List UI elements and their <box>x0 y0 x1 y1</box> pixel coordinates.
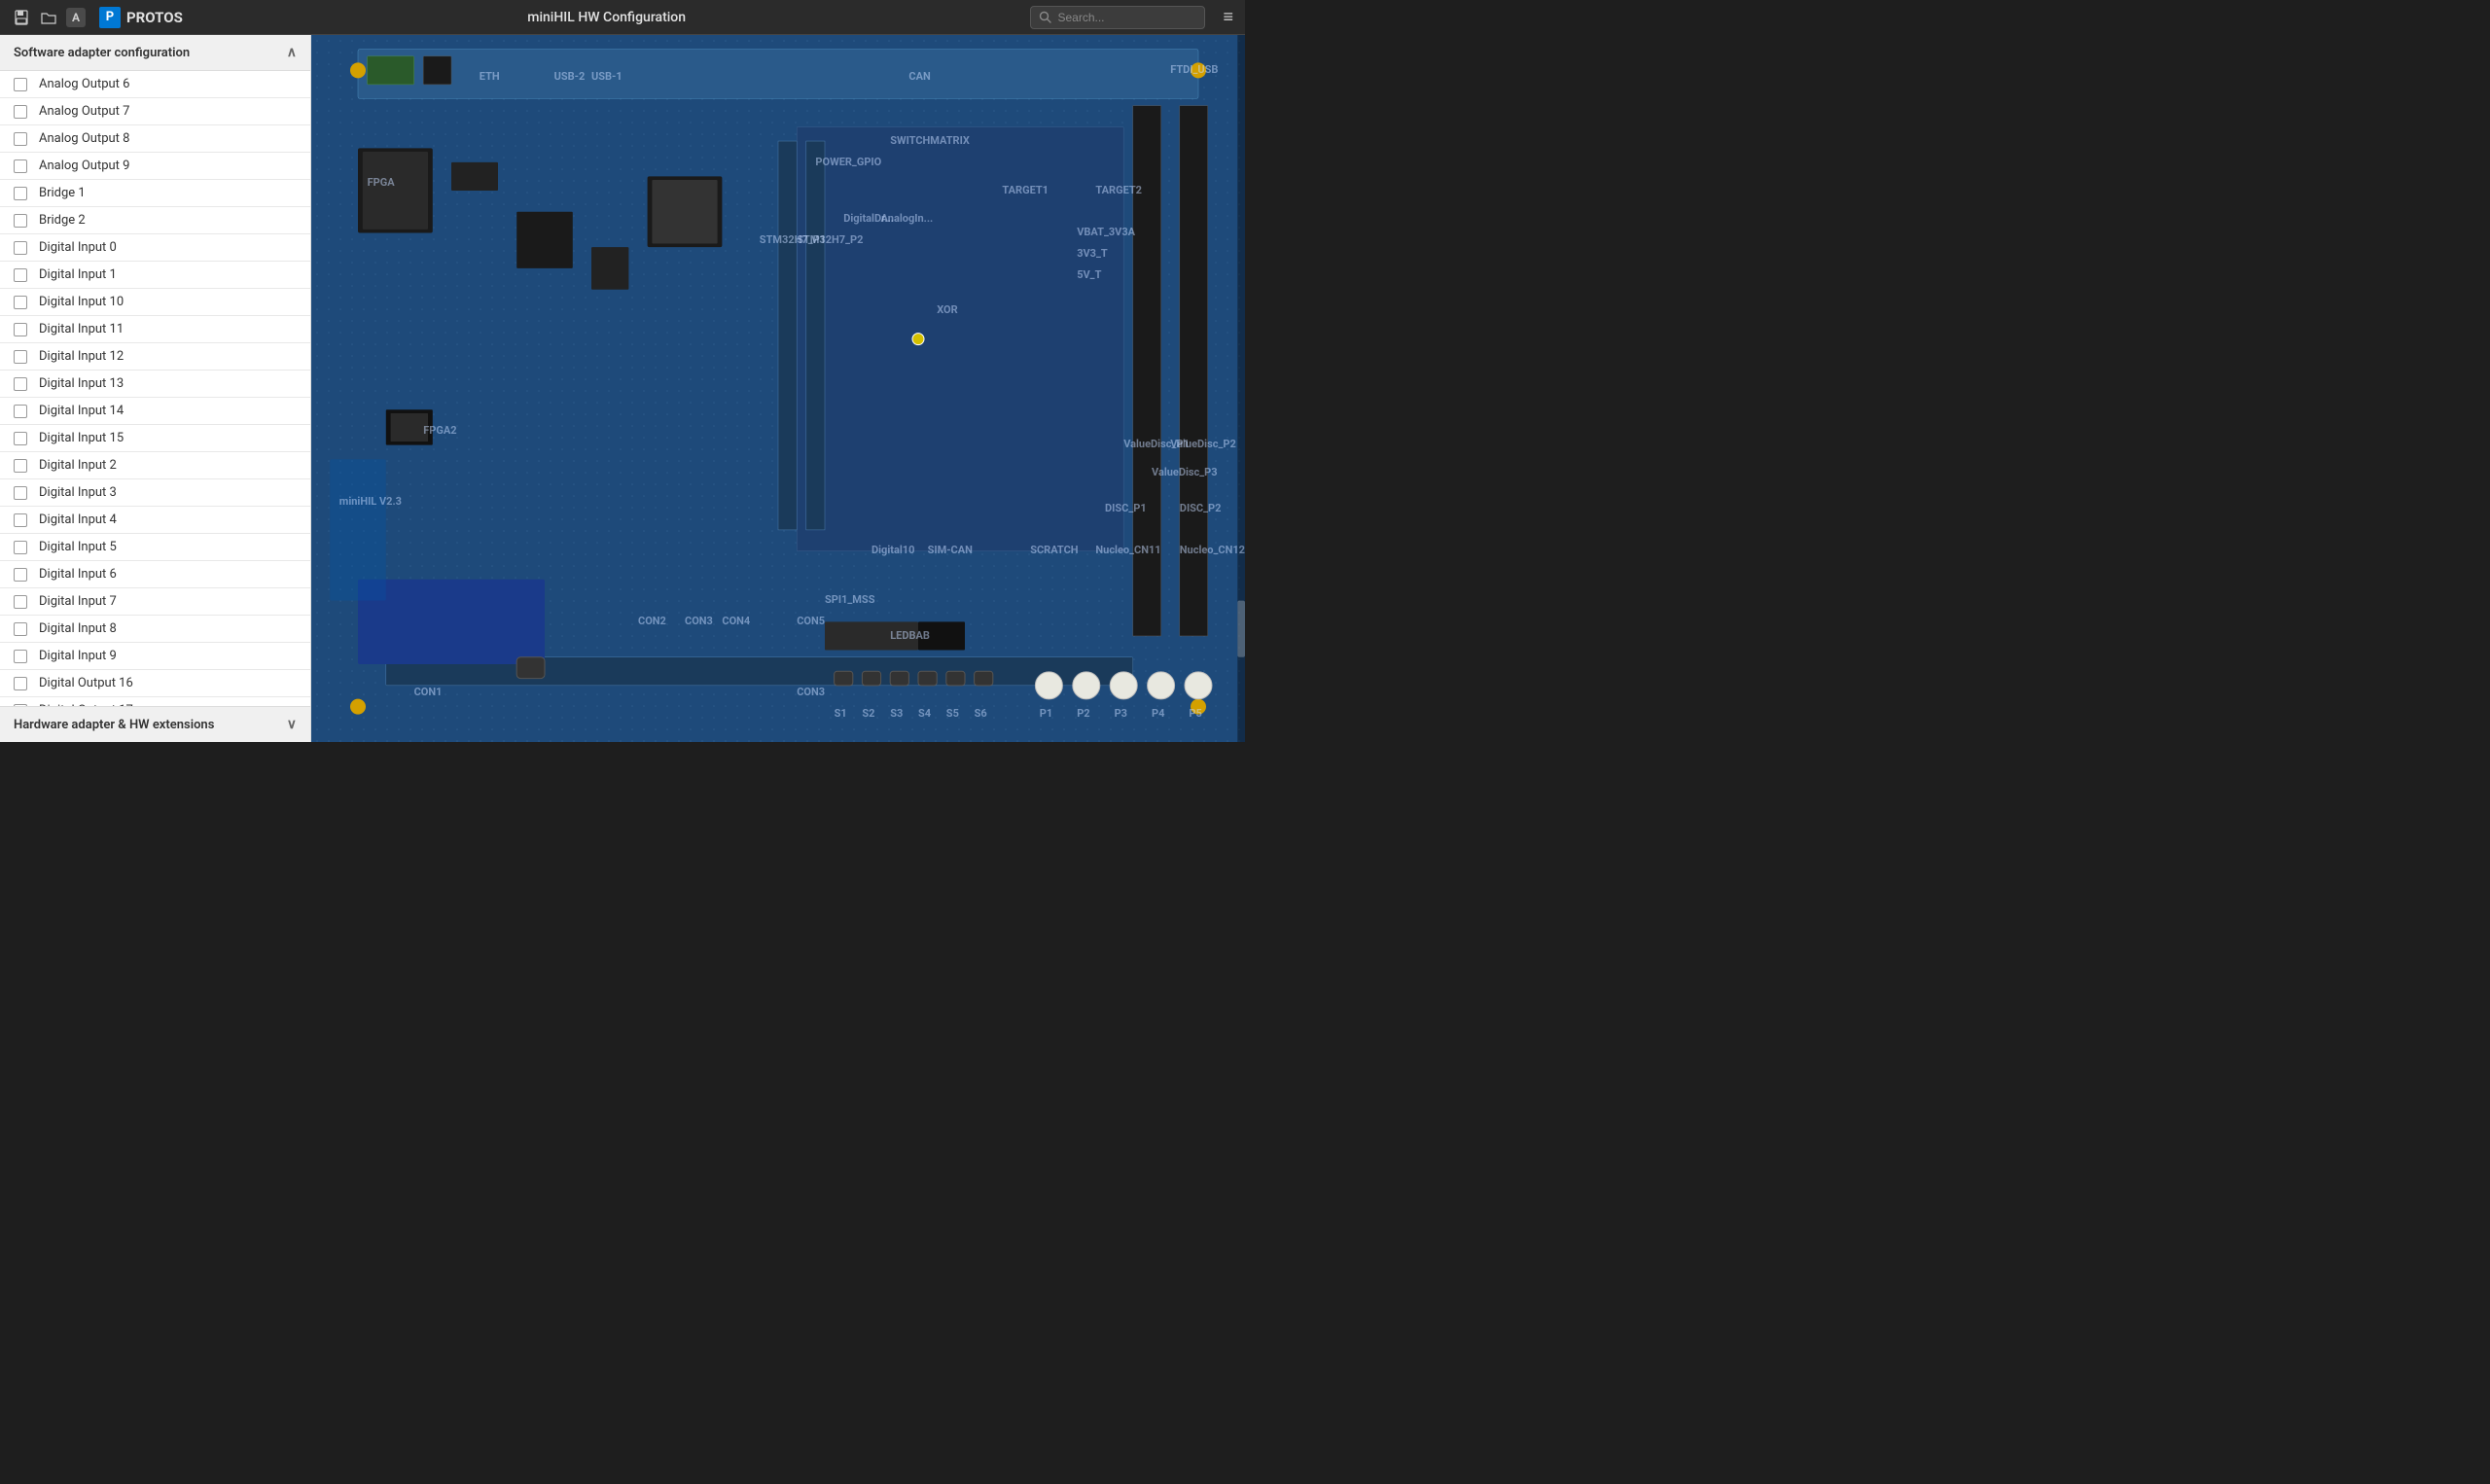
font-icon[interactable]: A <box>66 8 86 27</box>
software-section-header[interactable]: Software adapter configuration ∧ <box>0 35 310 71</box>
sidebar-item[interactable]: Digital Input 14 <box>0 398 310 425</box>
sidebar-checkbox[interactable] <box>14 78 27 91</box>
folder-icon[interactable] <box>39 8 58 27</box>
app-logo: P PROTOS <box>99 7 183 28</box>
hardware-section-header[interactable]: Hardware adapter & HW extensions ∨ <box>0 706 310 742</box>
sidebar-item[interactable]: Digital Input 11 <box>0 316 310 343</box>
sidebar-item-label: Digital Input 2 <box>39 458 117 473</box>
sidebar-item[interactable]: Digital Output 16 <box>0 670 310 697</box>
sidebar-item-label: Digital Input 6 <box>39 567 117 582</box>
sidebar-item[interactable]: Analog Output 9 <box>0 153 310 180</box>
save-icon[interactable] <box>12 8 31 27</box>
sidebar-item-label: Bridge 2 <box>39 213 86 228</box>
sidebar-item-label: Digital Output 16 <box>39 676 133 690</box>
sidebar-item-label: Digital Input 15 <box>39 431 124 445</box>
sidebar-checkbox[interactable] <box>14 650 27 663</box>
software-section-chevron[interactable]: ∧ <box>287 45 297 60</box>
sidebar-checkbox[interactable] <box>14 132 27 146</box>
window-title: miniHIL HW Configuration <box>193 10 1021 25</box>
software-section-title: Software adapter configuration <box>14 46 190 60</box>
sidebar-item-label: Digital Input 8 <box>39 621 117 636</box>
sidebar-item-label: Analog Output 6 <box>39 77 129 91</box>
sidebar-checkbox[interactable] <box>14 432 27 445</box>
sidebar-checkbox[interactable] <box>14 595 27 609</box>
sidebar-item-label: Analog Output 8 <box>39 131 129 146</box>
sidebar-item[interactable]: Digital Input 2 <box>0 452 310 479</box>
sidebar-item-label: Digital Input 12 <box>39 349 124 364</box>
sidebar-checkbox[interactable] <box>14 241 27 255</box>
sidebar-checkbox[interactable] <box>14 214 27 228</box>
topbar-icon-group: A <box>12 8 86 27</box>
sidebar-item[interactable]: Digital Input 13 <box>0 371 310 398</box>
sidebar-checkbox[interactable] <box>14 405 27 418</box>
main-layout: Software adapter configuration ∧ Analog … <box>0 35 1245 742</box>
sidebar-checkbox[interactable] <box>14 296 27 309</box>
sidebar-item[interactable]: Bridge 1 <box>0 180 310 207</box>
sidebar-item-label: Digital Input 5 <box>39 540 117 554</box>
sidebar-checkbox[interactable] <box>14 187 27 200</box>
hardware-section-chevron[interactable]: ∨ <box>287 717 297 732</box>
sidebar-item-label: Digital Input 1 <box>39 267 117 282</box>
search-box[interactable] <box>1030 6 1205 29</box>
sidebar-checkbox[interactable] <box>14 541 27 554</box>
content-area: ETHUSB-2USB-1CANFTDI_USBSWITCHMATRIXPOWE… <box>311 35 1245 742</box>
sidebar-item-label: Digital Input 3 <box>39 485 117 500</box>
sidebar-item[interactable]: Digital Output 17 <box>0 697 310 706</box>
sidebar-item[interactable]: Digital Input 7 <box>0 588 310 616</box>
hardware-section-title: Hardware adapter & HW extensions <box>14 718 214 732</box>
sidebar-item[interactable]: Digital Input 10 <box>0 289 310 316</box>
sidebar: Software adapter configuration ∧ Analog … <box>0 35 311 742</box>
sidebar-item-label: Digital Input 9 <box>39 649 117 663</box>
sidebar-item[interactable]: Digital Input 4 <box>0 507 310 534</box>
sidebar-checkbox[interactable] <box>14 105 27 119</box>
sidebar-item[interactable]: Digital Input 9 <box>0 643 310 670</box>
sidebar-item-label: Digital Input 10 <box>39 295 124 309</box>
sidebar-item-label: Digital Input 14 <box>39 404 124 418</box>
pcb-board[interactable]: ETHUSB-2USB-1CANFTDI_USBSWITCHMATRIXPOWE… <box>311 35 1245 742</box>
sidebar-item[interactable]: Digital Input 0 <box>0 234 310 262</box>
sidebar-item[interactable]: Digital Input 5 <box>0 534 310 561</box>
logo-icon: P <box>99 7 121 28</box>
sidebar-item[interactable]: Analog Output 7 <box>0 98 310 125</box>
sidebar-item-label: Digital Input 4 <box>39 512 117 527</box>
sidebar-checkbox[interactable] <box>14 268 27 282</box>
sidebar-checkbox[interactable] <box>14 350 27 364</box>
sidebar-item-label: Digital Input 7 <box>39 594 117 609</box>
sidebar-checkbox[interactable] <box>14 568 27 582</box>
sidebar-checkbox[interactable] <box>14 486 27 500</box>
sidebar-checkbox[interactable] <box>14 323 27 336</box>
sidebar-item-label: Bridge 1 <box>39 186 86 200</box>
sidebar-checkbox[interactable] <box>14 159 27 173</box>
sidebar-checkbox[interactable] <box>14 459 27 473</box>
sidebar-item[interactable]: Digital Input 6 <box>0 561 310 588</box>
sidebar-item[interactable]: Digital Input 1 <box>0 262 310 289</box>
topbar: A P PROTOS miniHIL HW Configuration ≡ <box>0 0 1245 35</box>
sidebar-item-label: Digital Input 0 <box>39 240 117 255</box>
sidebar-item[interactable]: Digital Input 3 <box>0 479 310 507</box>
pcb-svg <box>311 35 1245 742</box>
sidebar-item[interactable]: Digital Input 12 <box>0 343 310 371</box>
menu-icon[interactable]: ≡ <box>1223 7 1233 27</box>
sidebar-checkbox[interactable] <box>14 677 27 690</box>
sidebar-item-label: Digital Input 13 <box>39 376 124 391</box>
sidebar-checkbox[interactable] <box>14 513 27 527</box>
sidebar-item[interactable]: Bridge 2 <box>0 207 310 234</box>
sidebar-item[interactable]: Analog Output 6 <box>0 71 310 98</box>
sidebar-item[interactable]: Digital Input 8 <box>0 616 310 643</box>
sidebar-list: Analog Output 6 Analog Output 7 Analog O… <box>0 71 310 706</box>
sidebar-item[interactable]: Digital Input 15 <box>0 425 310 452</box>
sidebar-checkbox[interactable] <box>14 622 27 636</box>
search-icon <box>1039 11 1051 23</box>
sidebar-checkbox[interactable] <box>14 377 27 391</box>
sidebar-item[interactable]: Analog Output 8 <box>0 125 310 153</box>
sidebar-item-label: Analog Output 9 <box>39 159 129 173</box>
search-input[interactable] <box>1057 11 1193 24</box>
logo-text: PROTOS <box>126 9 183 26</box>
sidebar-item-label: Analog Output 7 <box>39 104 129 119</box>
sidebar-item-label: Digital Input 11 <box>39 322 124 336</box>
